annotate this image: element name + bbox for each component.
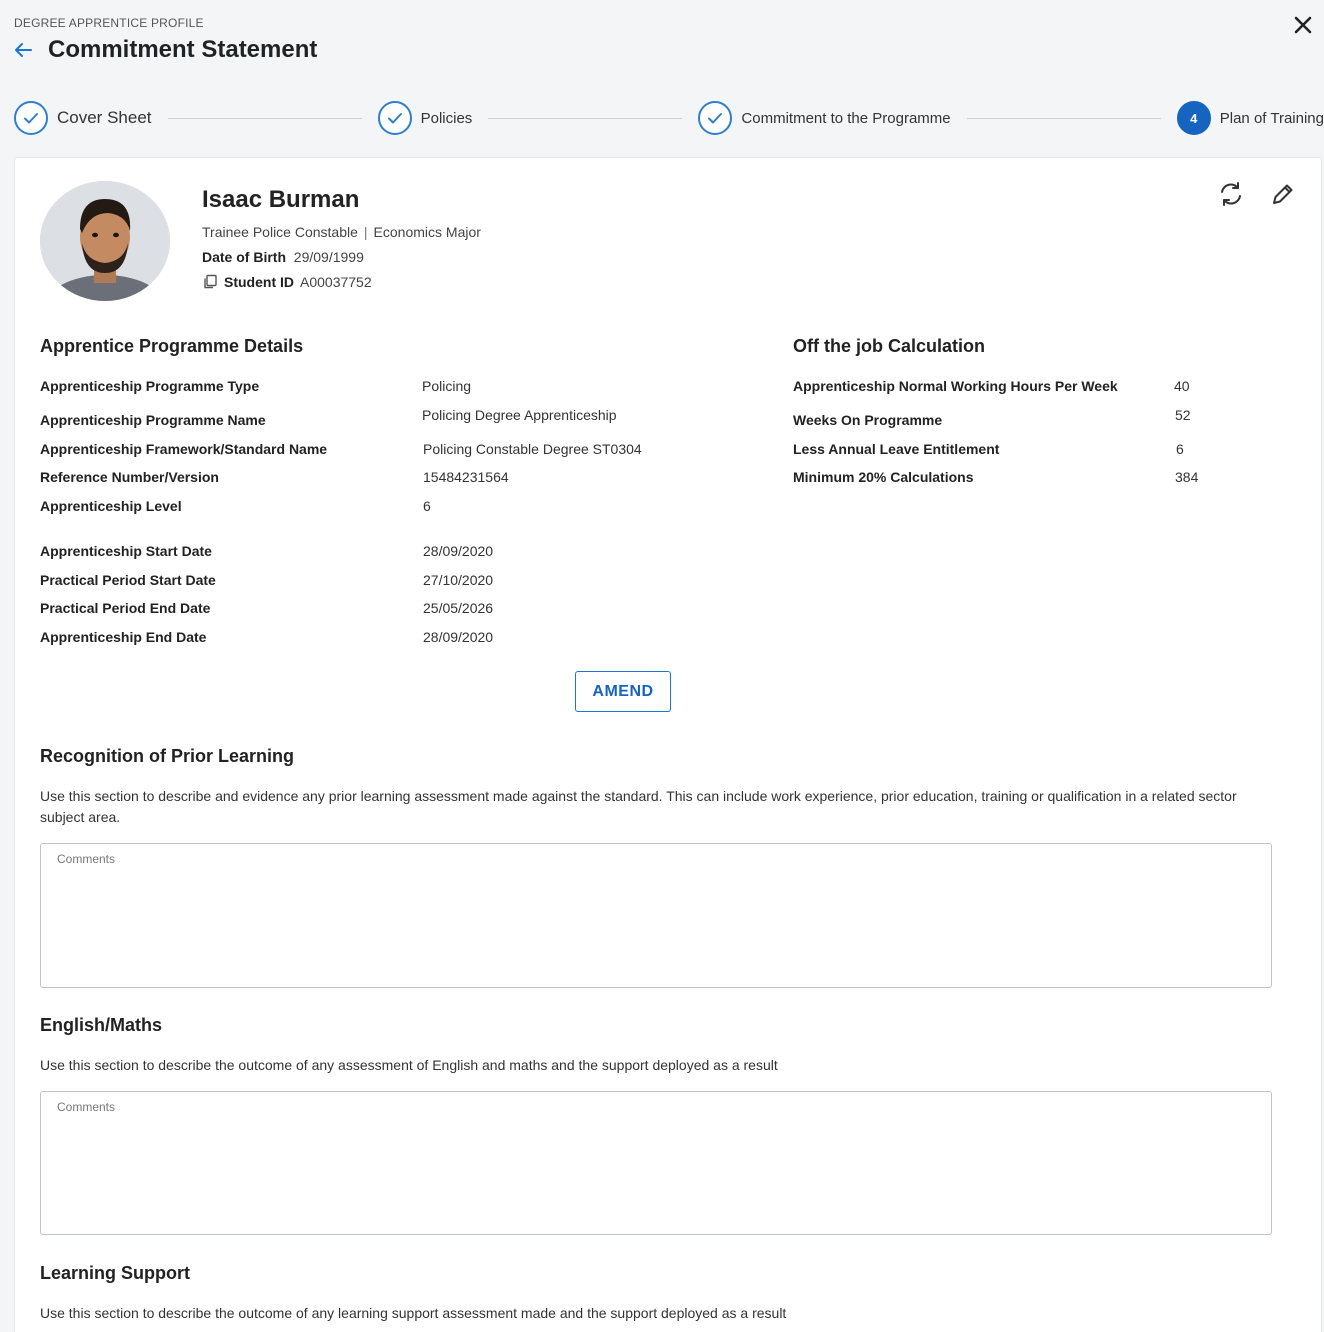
profile-role: Trainee Police Constable — [202, 224, 358, 240]
working-hours-value: 40 — [1174, 378, 1190, 394]
start-date-value: 28/09/2020 — [423, 543, 494, 559]
title-row: Commitment Statement — [12, 36, 317, 64]
student-id-label: Student ID — [224, 274, 294, 290]
annual-leave-label: Less Annual Leave Entitlement — [793, 441, 1000, 457]
profile-dob: Date of Birth 29/09/1999 — [202, 249, 364, 265]
prior-learning-description: Use this section to describe and evidenc… — [40, 788, 1237, 825]
step-cover-sheet[interactable]: Cover Sheet — [14, 101, 152, 135]
close-icon[interactable] — [1290, 12, 1316, 38]
page-eyebrow: DEGREE APPRENTICE PROFILE — [14, 16, 204, 30]
step-label: Plan of Training — [1219, 109, 1324, 127]
amend-button[interactable]: AMEND — [575, 671, 671, 712]
start-date-label: Apprenticeship Start Date — [40, 543, 212, 559]
weeks-on-programme-value: 52 — [1175, 407, 1191, 423]
step-connector — [966, 117, 1161, 119]
step-label: Cover Sheet — [57, 108, 152, 127]
prior-learning-comments[interactable] — [40, 843, 1272, 988]
step-plan-of-training[interactable]: 4 Plan of Training — [1176, 101, 1324, 135]
profile-role-line: Trainee Police Constable | Economics Major — [202, 224, 481, 240]
step-number-badge: 4 — [1176, 101, 1211, 135]
reference-number-label: Reference Number/Version — [40, 469, 219, 485]
step-connector — [167, 117, 362, 119]
role-separator: | — [363, 224, 368, 240]
english-maths-comments[interactable] — [40, 1091, 1272, 1235]
step-commitment[interactable]: Commitment to the Programme — [698, 101, 951, 135]
min-20-calc-value: 384 — [1175, 469, 1199, 485]
end-date-label: Apprenticeship End Date — [40, 629, 207, 645]
step-policies[interactable]: Policies — [377, 101, 473, 135]
practical-start-label: Practical Period Start Date — [40, 572, 216, 588]
profile-student-id: Student ID A00037752 — [202, 274, 372, 290]
working-hours-label: Apprenticeship Normal Working Hours Per … — [793, 378, 1118, 394]
programme-type-label: Apprenticeship Programme Type — [40, 378, 260, 394]
back-arrow-icon[interactable] — [12, 39, 34, 61]
programme-name-label: Apprenticeship Programme Name — [40, 412, 266, 428]
check-icon — [377, 101, 412, 135]
apprenticeship-level-value: 6 — [423, 498, 431, 514]
progress-stepper: Cover Sheet Policies Commitment to the P… — [14, 100, 1324, 136]
min-20-calc-label: Minimum 20% Calculations — [793, 469, 974, 485]
edit-pencil-icon[interactable] — [1267, 178, 1299, 210]
framework-name-label: Apprenticeship Framework/Standard Name — [40, 441, 328, 457]
profile-major: Economics Major — [373, 224, 481, 240]
programme-name-value: Policing Degree Apprenticeship — [422, 407, 617, 423]
practical-end-label: Practical Period End Date — [40, 600, 211, 616]
dob-value: 29/09/1999 — [293, 249, 364, 265]
programme-details-title: Apprentice Programme Details — [40, 336, 304, 356]
learning-support-description: Use this section to describe the outcome… — [40, 1305, 787, 1321]
avatar — [40, 181, 170, 301]
check-icon — [698, 101, 733, 135]
check-icon — [14, 101, 48, 135]
practical-end-value: 25/05/2026 — [423, 600, 494, 616]
copy-icon[interactable] — [202, 274, 218, 290]
dob-label: Date of Birth — [202, 249, 286, 265]
english-maths-title: English/Maths — [40, 1015, 163, 1035]
annual-leave-value: 6 — [1176, 441, 1184, 457]
profile-card: Isaac Burman Trainee Police Constable | Ec… — [14, 157, 1322, 1332]
end-date-value: 28/09/2020 — [423, 629, 494, 645]
programme-type-value: Policing — [422, 378, 472, 394]
english-maths-description: Use this section to describe the outcome… — [40, 1057, 778, 1073]
step-label: Policies — [420, 109, 473, 127]
reference-number-value: 15484231564 — [423, 469, 509, 485]
weeks-on-programme-label: Weeks On Programme — [793, 412, 943, 428]
framework-name-value: Policing Constable Degree ST0304 — [423, 441, 642, 457]
profile-name: Isaac Burman — [202, 186, 360, 213]
step-connector — [488, 117, 683, 119]
step-label: Commitment to the Programme — [741, 109, 951, 127]
student-id-value: A00037752 — [300, 274, 372, 290]
learning-support-title: Learning Support — [40, 1263, 190, 1283]
prior-learning-title: Recognition of Prior Learning — [40, 746, 295, 766]
off-job-title: Off the job Calculation — [793, 336, 985, 356]
apprenticeship-level-label: Apprenticeship Level — [40, 498, 182, 514]
practical-start-value: 27/10/2020 — [423, 572, 494, 588]
page-title: Commitment Statement — [48, 36, 318, 63]
refresh-icon[interactable] — [1215, 178, 1247, 210]
